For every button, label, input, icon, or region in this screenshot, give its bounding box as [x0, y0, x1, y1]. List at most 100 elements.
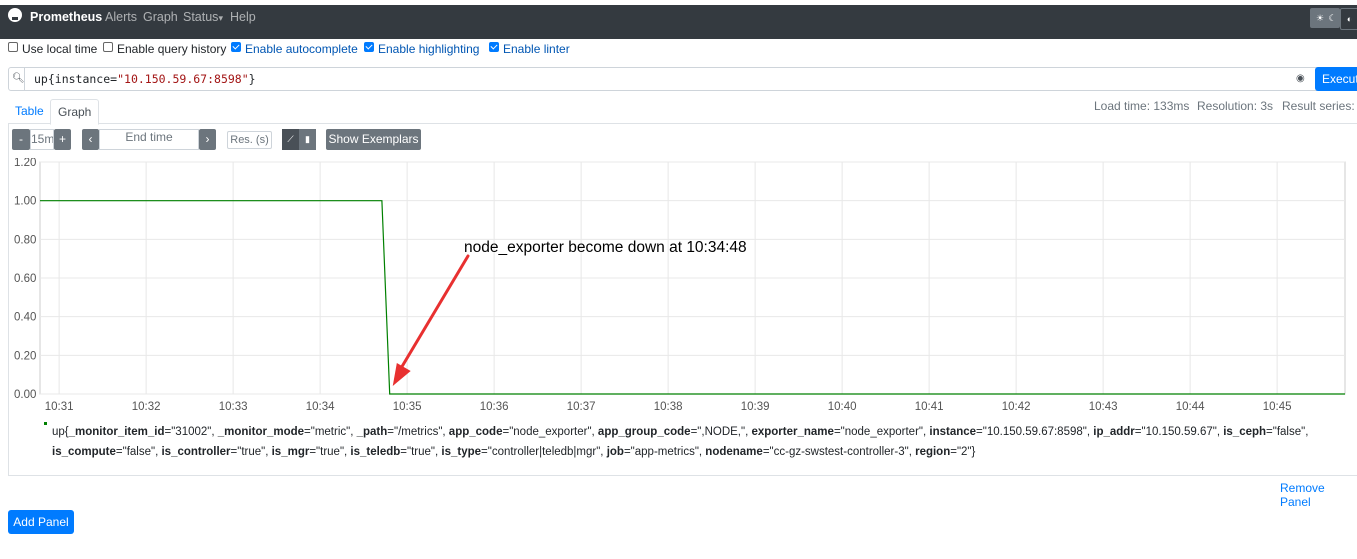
x-tick-label: 10:36	[480, 401, 509, 413]
end-time-input[interactable]: End time	[99, 129, 199, 150]
query-text[interactable]: up{instance="10.150.59.67:8598"}	[34, 72, 256, 86]
checkbox-checked-icon[interactable]	[231, 42, 241, 52]
legend-label-value: ="true",	[400, 446, 442, 458]
query-prefix: up{instance=	[34, 72, 118, 86]
legend-label-value: ="cc-gz-swstest-controller-3",	[762, 446, 916, 458]
x-tick-label: 10:35	[393, 401, 422, 413]
x-tick-label: 10:31	[45, 401, 74, 413]
x-tick-label: 10:34	[306, 401, 335, 413]
add-panel-button[interactable]: Add Panel	[8, 510, 74, 534]
y-tick-label: 1.20	[14, 158, 36, 169]
range-increase-button[interactable]: +	[54, 129, 71, 150]
y-tick-label: 0.60	[14, 273, 36, 285]
x-tick-label: 10:38	[654, 401, 683, 413]
x-tick-label: 10:40	[828, 401, 857, 413]
checkbox-icon[interactable]	[103, 42, 113, 52]
legend-label-key: is_ceph	[1223, 426, 1267, 438]
brand-link[interactable]: Prometheus	[30, 10, 102, 24]
x-tick-label: 10:43	[1089, 401, 1118, 413]
legend-series-label[interactable]: up{_monitor_item_id="31002", _monitor_mo…	[52, 422, 1342, 462]
legend-label-value: ="10.150.59.67",	[1134, 426, 1224, 438]
legend-label-key: is_teledb	[350, 446, 401, 458]
tab-table[interactable]: Table	[8, 99, 51, 123]
option-enable-linter[interactable]: Enable linter	[489, 42, 570, 56]
legend-label-key: app_group_code	[597, 426, 691, 438]
legend-label-key: is_compute	[52, 446, 116, 458]
metrics-explorer-icon[interactable]: ◉	[1296, 73, 1305, 84]
x-axis: 10:31 10:32 10:33 10:34 10:35 10:36 10:37 10:38…	[45, 401, 1292, 413]
y-tick-label: 1.00	[14, 196, 36, 208]
legend-label-key: region	[915, 446, 951, 458]
checkbox-checked-icon[interactable]	[364, 42, 374, 52]
dark-theme-icon[interactable]: ☾	[1325, 8, 1340, 28]
checkbox-checked-icon[interactable]	[489, 42, 499, 52]
nav-help[interactable]: Help	[230, 10, 256, 24]
chart-series[interactable]	[40, 200, 1345, 395]
option-label: Enable query history	[117, 42, 227, 56]
legend-label-key: exporter_name	[751, 426, 834, 438]
range-input[interactable]: 15m	[30, 129, 54, 150]
legend-label-value: ="false",	[1266, 426, 1309, 438]
legend-label-key: app_code	[448, 426, 503, 438]
legend-label-key: _path	[356, 426, 388, 438]
show-exemplars-button[interactable]: Show Exemplars	[326, 129, 421, 150]
nav-graph[interactable]: Graph	[143, 10, 178, 24]
chart-grid	[39, 161, 1346, 395]
execute-button[interactable]: Execute	[1315, 67, 1357, 91]
option-use-local-time[interactable]: Use local time	[8, 42, 97, 56]
result-series: Result series: 1	[1282, 99, 1357, 113]
legend-label-value: ="2"}	[950, 446, 976, 458]
y-tick-label: 0.40	[14, 312, 36, 324]
legend-label-value: ="true",	[230, 446, 272, 458]
series-line[interactable]	[40, 200, 1345, 395]
resolution-input[interactable]: Res. (s)	[227, 131, 272, 149]
legend-label-key: is_controller	[161, 446, 231, 458]
checkbox-icon[interactable]	[8, 42, 18, 52]
option-enable-autocomplete[interactable]: Enable autocomplete	[231, 42, 358, 56]
tab-graph[interactable]: Graph	[50, 99, 100, 125]
legend-label-value: ="node_exporter",	[833, 426, 930, 438]
time-forward-button[interactable]: ›	[199, 129, 216, 150]
legend-label-key: _monitor_item_id	[68, 426, 165, 438]
legend-label-key: is_type	[441, 446, 482, 458]
legend-label-key: nodename	[705, 446, 763, 458]
legend-label-key: job	[606, 446, 624, 458]
nav-status[interactable]: Status▾	[183, 10, 223, 24]
stacked-chart-icon[interactable]: ▮	[299, 129, 316, 150]
remove-panel-link[interactable]: Remove Panel	[1280, 481, 1357, 509]
unstacked-chart-icon[interactable]: ⟋	[282, 129, 299, 150]
browser-theme-icon[interactable]: ◐	[1340, 8, 1357, 30]
y-tick-label: 0.00	[14, 389, 36, 401]
legend-label-value: ="/metrics",	[387, 426, 449, 438]
query-string: "10.150.59.67:8598"	[117, 72, 249, 86]
y-tick-label: 0.20	[14, 350, 36, 362]
legend-label-value: ="controller|teledb|mgr",	[481, 446, 607, 458]
legend-label-value: ="app-metrics",	[623, 446, 706, 458]
annotation-arrow-shaft	[397, 254, 470, 374]
x-tick-label: 10:45	[1263, 401, 1292, 413]
nav-alerts[interactable]: Alerts	[105, 10, 137, 24]
option-enable-query-history[interactable]: Enable query history	[103, 42, 226, 56]
graph-chart[interactable]: 0.00 0.20 0.40 0.60 0.80 1.00 1.20 10:31 10:32 1…	[0, 158, 1357, 418]
range-decrease-button[interactable]: -	[12, 129, 30, 150]
y-tick-label: 0.80	[14, 234, 36, 246]
query-suffix: }	[248, 72, 256, 86]
option-label: Enable linter	[503, 42, 570, 56]
y-axis: 0.00 0.20 0.40 0.60 0.80 1.00 1.20	[14, 158, 36, 401]
x-tick-label: 10:41	[915, 401, 944, 413]
x-tick-label: 10:32	[132, 401, 161, 413]
legend-metric: up{	[52, 426, 69, 438]
legend-label-key: ip_addr	[1093, 426, 1135, 438]
legend-label-value: ="false",	[115, 446, 162, 458]
option-label: Enable highlighting	[378, 42, 480, 56]
option-enable-highlighting[interactable]: Enable highlighting	[364, 42, 479, 56]
option-label: Use local time	[22, 42, 98, 56]
time-back-button[interactable]: ‹	[82, 129, 99, 150]
load-time: Load time: 133ms	[1094, 99, 1190, 113]
legend-swatch[interactable]	[44, 422, 47, 425]
annotation-arrow-head	[392, 362, 411, 386]
option-label: Enable autocomplete	[245, 42, 358, 56]
annotation-arrow	[392, 254, 470, 386]
legend-label-value: =",NODE,",	[690, 426, 752, 438]
prometheus-logo-icon[interactable]	[8, 8, 22, 22]
